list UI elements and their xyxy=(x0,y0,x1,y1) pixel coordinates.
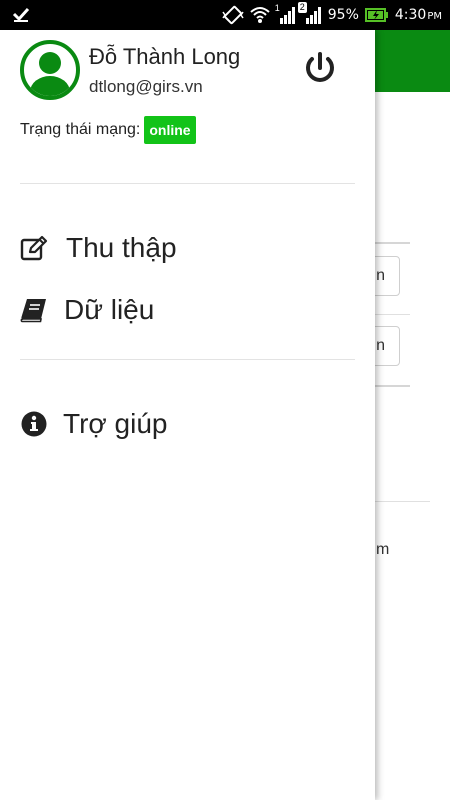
menu-item-thu-thap[interactable]: Thu thập xyxy=(20,232,177,264)
battery-percent: 95% xyxy=(327,7,359,23)
network-status-label: Trạng thái mạng: xyxy=(20,121,141,138)
clock-time: 4:30 xyxy=(394,7,427,23)
network-status: Trạng thái mạng: online xyxy=(20,116,196,144)
status-badge: online xyxy=(144,116,196,144)
check-icon xyxy=(12,6,30,25)
divider xyxy=(375,501,430,502)
navigation-drawer: Đỗ Thành Long dtlong@girs.vn Trạng thái … xyxy=(0,30,375,800)
clock: 4:30PM xyxy=(395,7,442,23)
power-icon xyxy=(306,52,334,82)
divider xyxy=(375,242,410,244)
status-bar: 1 2 95% 4:30PM xyxy=(0,0,450,30)
signal-icon: 1 xyxy=(274,3,296,24)
logout-button[interactable] xyxy=(302,50,338,86)
user-email: dtlong@girs.vn xyxy=(89,77,203,96)
book-icon xyxy=(20,296,48,324)
menu-item-label: Thu thập xyxy=(66,232,177,263)
menu-item-du-lieu[interactable]: Dữ liệu xyxy=(20,294,154,326)
divider xyxy=(375,314,410,315)
info-icon xyxy=(20,410,48,438)
menu-item-label: Trợ giúp xyxy=(63,408,168,439)
divider xyxy=(375,385,410,387)
notification-count-badge: 2 xyxy=(297,2,307,13)
edit-icon xyxy=(20,234,48,262)
divider xyxy=(20,359,355,360)
menu-item-label: Dữ liệu xyxy=(64,294,155,325)
menu-item-tro-giup[interactable]: Trợ giúp xyxy=(20,408,167,440)
clock-suffix: PM xyxy=(427,11,442,22)
signal-label: 1 xyxy=(274,3,280,13)
vibrate-icon xyxy=(222,5,244,25)
background-button-label: n xyxy=(376,267,385,284)
signal-icon: 2 xyxy=(297,2,322,24)
background-button-label: n xyxy=(376,337,385,354)
battery-charging-icon xyxy=(364,7,389,23)
divider xyxy=(20,183,355,184)
user-name: Đỗ Thành Long xyxy=(89,44,241,69)
wifi-icon xyxy=(250,6,270,24)
avatar[interactable] xyxy=(20,40,80,100)
background-text: m xyxy=(376,541,390,558)
